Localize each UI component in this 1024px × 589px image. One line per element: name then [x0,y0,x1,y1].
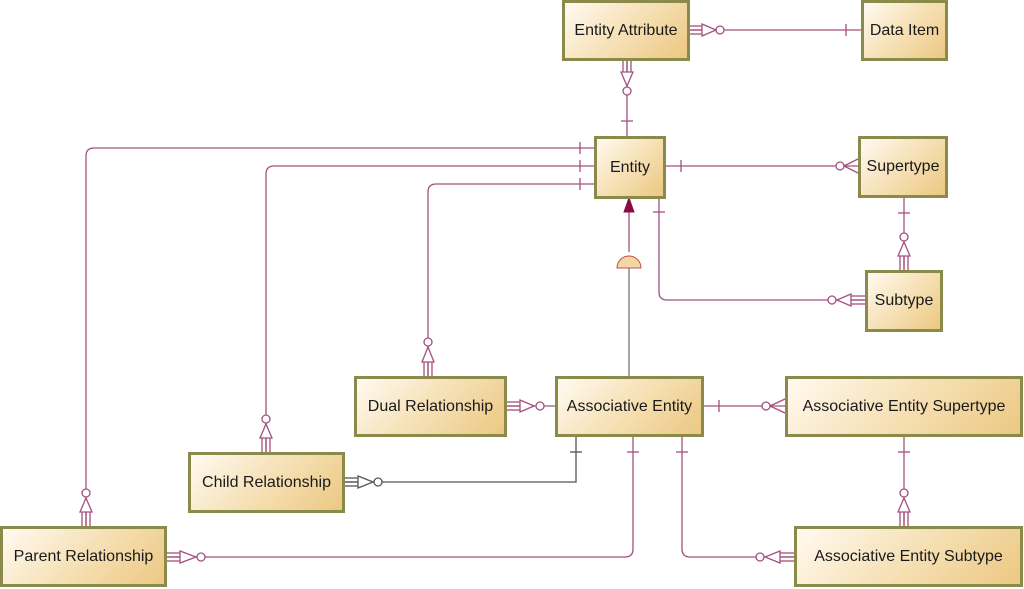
entity-parent-relationship[interactable]: Parent Relationship [0,526,167,587]
relationship-entity-dual-relationship[interactable] [421,178,594,376]
entity-subtype[interactable]: Subtype [865,270,943,332]
relationship-entity-entity-attribute[interactable] [620,60,634,136]
entity-child-relationship[interactable]: Child Relationship [188,452,345,513]
entity-data-item[interactable]: Data Item [861,0,948,61]
relationship-entity-attribute-data-item[interactable] [690,23,861,37]
entity-dual-relationship[interactable]: Dual Relationship [354,376,507,437]
entity-associative-entity[interactable]: Associative Entity [555,376,704,437]
relationship-associative-entity-child-relationship[interactable] [344,436,582,489]
relationship-associative-entity-dual-relationship[interactable] [506,399,555,413]
inheritance-associative-entity-entity[interactable] [616,196,642,376]
entity-supertype[interactable]: Supertype [858,136,948,198]
entity-associative-entity-supertype[interactable]: Associative Entity Supertype [785,376,1023,437]
inheritance-half-circle-icon [616,255,642,269]
entity-entity[interactable]: Entity [594,136,666,199]
entity-entity-attribute[interactable]: Entity Attribute [562,0,690,61]
inheritance-arrow-icon [623,196,635,213]
relationship-associative-entity-supertype-subtype[interactable] [897,436,911,526]
relationship-supertype-subtype[interactable] [897,197,911,270]
relationship-associative-entity-subtype[interactable] [676,436,794,564]
relationship-entity-subtype[interactable] [653,198,865,307]
entity-associative-entity-subtype[interactable]: Associative Entity Subtype [794,526,1023,587]
relationship-entity-supertype[interactable] [665,158,859,174]
relationship-associative-entity-supertype[interactable] [703,398,786,414]
